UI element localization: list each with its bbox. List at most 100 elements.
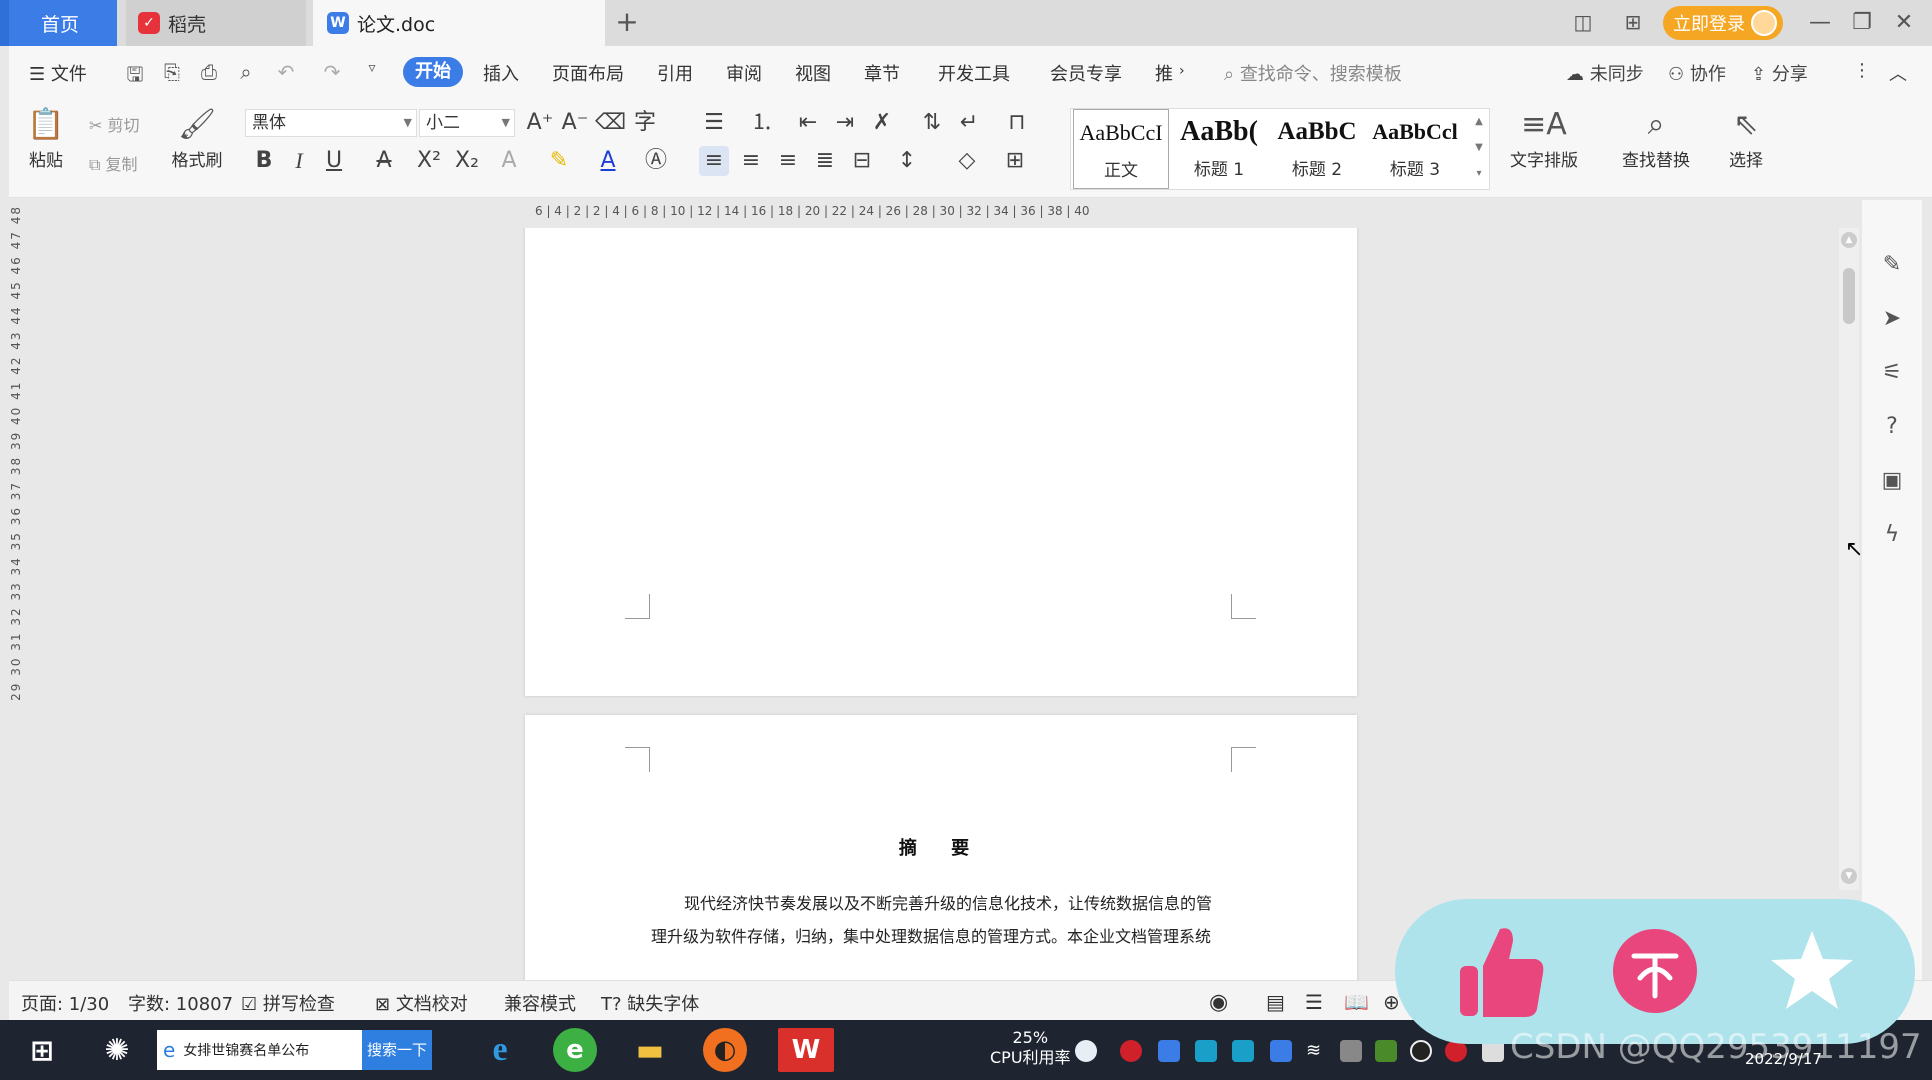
like-button[interactable] <box>1445 916 1555 1026</box>
tray-app-icon[interactable] <box>1232 1040 1254 1062</box>
tab-home[interactable]: 首页 <box>9 0 117 46</box>
style-heading-2[interactable]: AaBbC 标题 2 <box>1269 109 1365 189</box>
style-normal[interactable]: AaBbCcI 正文 <box>1073 109 1169 189</box>
tab-chapter[interactable]: 章节 <box>864 60 900 86</box>
redo-icon[interactable]: ↷ <box>319 60 345 86</box>
help-icon[interactable]: ? <box>1877 412 1907 442</box>
borders-icon[interactable]: ⊞ <box>1000 146 1030 176</box>
compat-mode[interactable]: 兼容模式 <box>504 990 576 1016</box>
scroll-thumb[interactable] <box>1843 268 1855 324</box>
save-icon[interactable]: 🖫 <box>122 60 148 86</box>
export-pdf-icon[interactable]: ⎘ <box>159 60 185 86</box>
layout-toggle-icon[interactable]: ◫ <box>1565 10 1601 36</box>
qq-icon[interactable] <box>1410 1040 1432 1062</box>
gallery-expand-icon[interactable]: ▾ <box>1469 161 1489 187</box>
customize-qa-icon[interactable]: ▿ <box>359 60 385 86</box>
tab-insert[interactable]: 插入 <box>483 60 519 86</box>
justify-icon[interactable]: ≣ <box>810 146 840 176</box>
internet-explorer-icon[interactable]: e <box>478 1028 522 1072</box>
collab-button[interactable]: ⚇ 协作 <box>1668 60 1726 86</box>
login-button[interactable]: 立即登录 <box>1663 6 1783 40</box>
favorite-button[interactable] <box>1757 916 1867 1026</box>
taskbar-search[interactable]: e 女排世锦赛名单公布 搜索一下 <box>157 1030 432 1070</box>
style-heading-1[interactable]: AaBb( 标题 1 <box>1171 109 1267 189</box>
tab-references[interactable]: 引用 <box>657 60 693 86</box>
share-button[interactable]: ⇪ 分享 <box>1751 60 1808 86</box>
text-layout-button[interactable]: ≡A 文字排版 <box>1500 104 1588 171</box>
highlight-icon[interactable]: ✎ <box>544 146 574 176</box>
pen-icon[interactable]: ✎ <box>1877 250 1907 280</box>
tray-app-icon[interactable] <box>1120 1040 1142 1062</box>
line-spacing-icon[interactable]: ↕ <box>892 146 922 176</box>
tab-view[interactable]: 视图 <box>795 60 831 86</box>
lightning-icon[interactable]: ϟ <box>1877 520 1907 550</box>
pointer-icon[interactable]: ➤ <box>1877 304 1907 334</box>
align-right-icon[interactable]: ≡ <box>773 146 803 176</box>
sort-icon[interactable]: ⇅ <box>917 108 947 138</box>
scroll-down-icon[interactable]: ▼ <box>1841 868 1857 884</box>
phonetic-icon[interactable]: 字 <box>630 108 660 138</box>
tray-app-icon[interactable] <box>1340 1040 1362 1062</box>
clear-format-icon[interactable]: ⌫ <box>595 108 626 138</box>
chevron-up-icon[interactable]: ▲ <box>1469 109 1489 135</box>
numbered-list-icon[interactable]: ⒈ <box>747 108 777 138</box>
tab-recommend[interactable]: 推 <box>1155 60 1173 86</box>
web-view-icon[interactable]: ⊕ <box>1383 990 1400 1014</box>
apps-grid-icon[interactable]: ⊞ <box>1615 10 1651 36</box>
grow-font-icon[interactable]: A⁺ <box>525 108 555 138</box>
font-size-select[interactable]: 小二 ▼ <box>419 109 515 137</box>
wifi-icon[interactable]: ≋ <box>1306 1040 1328 1062</box>
reading-view-icon[interactable]: 📖 <box>1344 990 1369 1014</box>
collapse-ribbon-icon[interactable]: ︿ <box>1889 60 1907 86</box>
tab-developer[interactable]: 开发工具 <box>938 60 1010 86</box>
tray-app-icon[interactable] <box>1158 1040 1180 1062</box>
restore-icon[interactable]: ❐ <box>1847 8 1877 38</box>
windows-start-icon[interactable]: ⊞ <box>20 1028 64 1072</box>
tab-review[interactable]: 审阅 <box>726 60 762 86</box>
bold-icon[interactable]: B <box>249 146 279 176</box>
sync-status[interactable]: ☁ 未同步 <box>1566 60 1644 86</box>
proofread-button[interactable]: ⊠ 文档校对 <box>375 990 468 1016</box>
wps-office-icon[interactable]: W <box>778 1028 834 1072</box>
vertical-ruler[interactable]: 29 30 31 32 33 34 35 36 37 38 39 40 41 4… <box>9 205 31 701</box>
weather-icon[interactable] <box>1075 1040 1097 1062</box>
print-preview-icon[interactable]: ⌕ <box>233 60 259 86</box>
undo-icon[interactable]: ↶ <box>273 60 299 86</box>
tab-start[interactable]: 开始 <box>403 57 463 87</box>
subscript-icon[interactable]: X₂ <box>452 146 482 176</box>
chevron-down-icon[interactable]: ▼ <box>1469 135 1489 161</box>
superscript-icon[interactable]: X² <box>414 146 444 176</box>
outline-view-icon[interactable]: ☰ <box>1305 990 1323 1014</box>
scroll-up-icon[interactable]: ▲ <box>1841 232 1857 248</box>
find-replace-button[interactable]: ⌕ 查找替换 <box>1612 104 1700 171</box>
copy-button[interactable]: ⧉ 复制 <box>89 151 138 175</box>
font-color-icon[interactable]: A <box>593 146 623 176</box>
italic-icon[interactable]: I <box>284 146 314 176</box>
gallery-scroll[interactable]: ▲ ▼ ▾ <box>1469 109 1489 189</box>
document-page[interactable]: 摘 要 现代经济快节奏发展以及不断完善升级的信息化技术，让传统数据信息的管 理升… <box>525 715 1357 980</box>
align-center-icon[interactable]: ≡ <box>736 146 766 176</box>
browser-360-icon[interactable]: e <box>553 1028 597 1072</box>
strikethrough-icon[interactable]: A <box>369 146 399 176</box>
tab-stop-icon[interactable]: ⊓ <box>1002 108 1032 138</box>
tab-daoke[interactable]: ✓ 稻壳 <box>126 0 306 46</box>
more-options-icon[interactable]: ⋮ <box>1853 60 1871 81</box>
align-left-icon[interactable]: ≡ <box>699 146 729 176</box>
tab-document[interactable]: W 论文.doc <box>313 0 605 46</box>
shield-icon[interactable] <box>1270 1040 1292 1062</box>
image-edit-icon[interactable]: ▣ <box>1877 466 1907 496</box>
page-view-icon[interactable]: ▤ <box>1266 990 1285 1014</box>
command-search[interactable]: ⌕ 查找命令、搜索模板 <box>1224 60 1402 86</box>
show-marks-icon[interactable]: ↵ <box>954 108 984 138</box>
screen-recorder-icon[interactable]: ◐ <box>703 1028 747 1072</box>
pinwheel-app-icon[interactable]: ✺ <box>95 1028 139 1072</box>
paste-button[interactable]: 📋 粘贴 <box>21 104 71 171</box>
file-explorer-icon[interactable]: ▬ <box>628 1028 672 1072</box>
spellcheck-button[interactable]: ☑ 拼写检查 <box>241 990 335 1016</box>
new-tab-button[interactable]: + <box>612 8 642 38</box>
shading-icon[interactable]: ◇ <box>952 146 982 176</box>
tray-app-icon[interactable] <box>1195 1040 1217 1062</box>
underline-icon[interactable]: U <box>319 146 349 176</box>
adjust-icon[interactable]: ⚟ <box>1877 358 1907 388</box>
char-border-icon[interactable]: Ⓐ <box>641 146 671 176</box>
